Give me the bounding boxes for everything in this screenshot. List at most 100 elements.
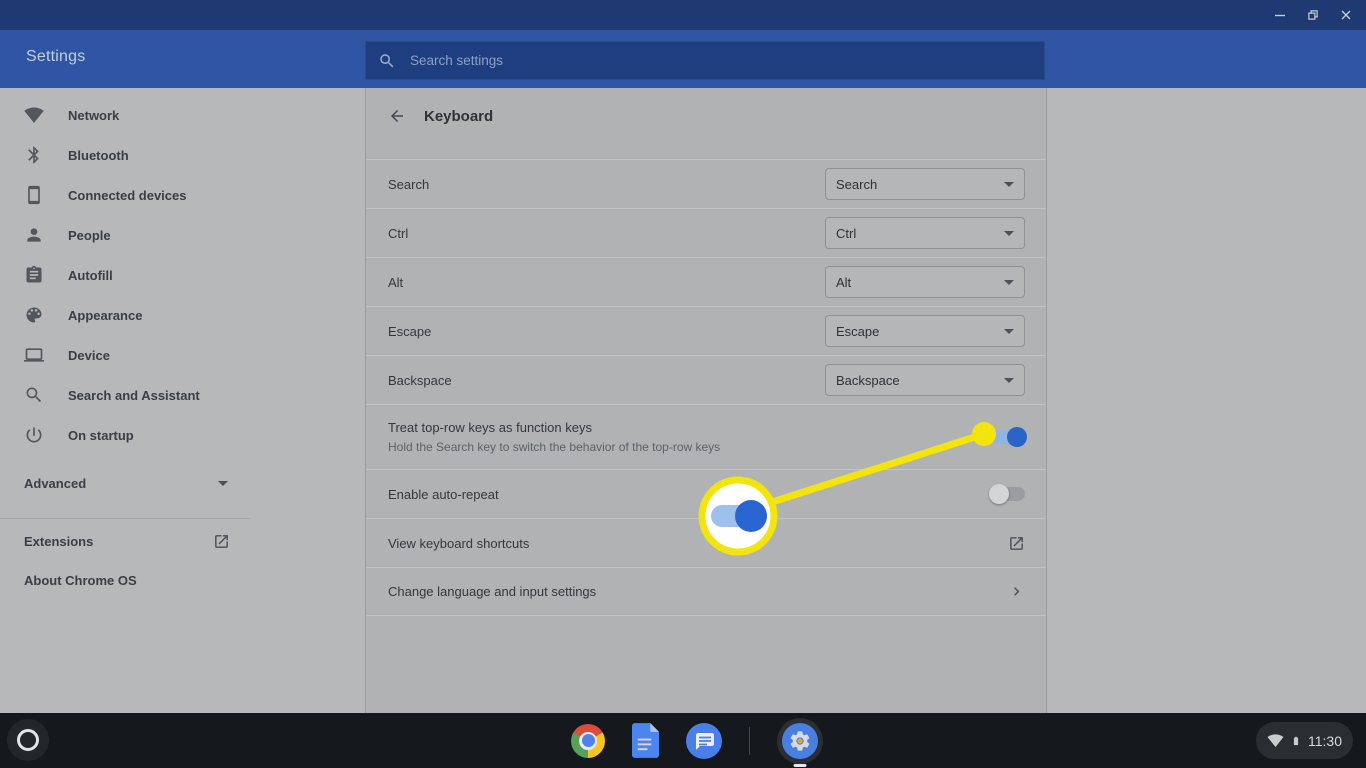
sidebar-item-label: Appearance (68, 308, 142, 323)
sidebar-item-on-startup[interactable]: On startup (0, 415, 250, 455)
chrome-app-icon[interactable] (571, 724, 605, 758)
external-link-icon (1008, 535, 1025, 552)
sidebar-item-label: Autofill (68, 268, 113, 283)
sidebar-item-bluetooth[interactable]: Bluetooth (0, 135, 250, 175)
extensions-label: Extensions (24, 534, 93, 549)
alt-key-row[interactable]: Alt Alt (366, 257, 1046, 306)
clock: 11:30 (1308, 733, 1342, 749)
sidebar-item-label: Search and Assistant (68, 388, 200, 403)
wifi-status-icon (1267, 733, 1284, 748)
sidebar-divider (0, 518, 250, 519)
sidebar-item-label: Device (68, 348, 110, 363)
backspace-key-select[interactable]: Backspace (825, 364, 1025, 396)
sidebar-item-network[interactable]: Network (0, 95, 250, 135)
select-value: Ctrl (836, 226, 856, 241)
page-title: Keyboard (424, 108, 493, 125)
page-header: Keyboard (366, 88, 1046, 144)
row-label: Enable auto-repeat (388, 487, 499, 502)
select-value: Search (836, 177, 877, 192)
advanced-label: Advanced (24, 476, 86, 491)
sidebar-item-search-and-assistant[interactable]: Search and Assistant (0, 375, 250, 415)
shelf-separator (749, 727, 750, 755)
ctrl-key-select[interactable]: Ctrl (825, 217, 1025, 249)
row-label: Treat top-row keys as function keys (388, 420, 720, 435)
active-app-indicator (794, 764, 807, 767)
treat-top-row-keys-toggle[interactable] (991, 430, 1025, 444)
chevron-down-icon (1004, 182, 1014, 187)
docs-app-icon[interactable] (632, 723, 659, 758)
settings-page: Network Bluetooth Connected devices Peop… (0, 88, 1366, 713)
close-button[interactable] (1339, 9, 1352, 22)
sidebar-item-extensions[interactable]: Extensions (0, 521, 250, 561)
status-tray[interactable]: 11:30 (1256, 722, 1353, 759)
restore-button[interactable] (1306, 9, 1319, 22)
settings-search-input[interactable] (408, 52, 1032, 69)
sidebar-item-label: Network (68, 108, 119, 123)
sidebar-item-autofill[interactable]: Autofill (0, 255, 250, 295)
minimize-icon (1274, 9, 1286, 21)
back-button[interactable] (388, 107, 406, 125)
sidebar-item-device[interactable]: Device (0, 335, 250, 375)
arrow-left-icon (388, 107, 406, 125)
row-label: Backspace (388, 373, 452, 388)
restore-icon (1307, 9, 1319, 21)
sidebar-item-about-chrome-os[interactable]: About Chrome OS (0, 560, 250, 600)
chevron-down-icon (1004, 329, 1014, 334)
sidebar-item-appearance[interactable]: Appearance (0, 295, 250, 335)
row-label: View keyboard shortcuts (388, 536, 529, 551)
advanced-expander[interactable]: Advanced (0, 463, 250, 503)
search-icon (24, 385, 44, 405)
select-value: Alt (836, 275, 851, 290)
row-label: Ctrl (388, 226, 408, 241)
sidebar-item-label: Connected devices (68, 188, 187, 203)
palette-icon (24, 305, 44, 325)
chevron-down-icon (218, 481, 228, 486)
chevron-right-icon (1008, 583, 1025, 600)
clipboard-icon (24, 265, 44, 285)
view-keyboard-shortcuts-row[interactable]: View keyboard shortcuts (366, 518, 1046, 567)
shelf: 11:30 (0, 713, 1366, 768)
chevron-down-icon (1004, 280, 1014, 285)
keyboard-settings-card: Keyboard Search Search Ctrl Ctrl Alt (365, 88, 1047, 713)
person-icon (24, 225, 44, 245)
row-label: Search (388, 177, 429, 192)
ctrl-key-row[interactable]: Ctrl Ctrl (366, 208, 1046, 257)
row-text: Treat top-row keys as function keys Hold… (388, 420, 720, 454)
enable-auto-repeat-toggle[interactable] (991, 487, 1025, 501)
settings-app-icon[interactable] (777, 718, 823, 764)
treat-top-row-keys-row[interactable]: Treat top-row keys as function keys Hold… (366, 404, 1046, 469)
app-header: Settings (0, 30, 1366, 88)
alt-key-select[interactable]: Alt (825, 266, 1025, 298)
settings-search-bar[interactable] (365, 41, 1045, 80)
close-icon (1340, 9, 1352, 21)
about-label: About Chrome OS (24, 573, 137, 588)
search-icon (378, 52, 396, 70)
messages-app-icon[interactable] (686, 723, 722, 759)
enable-auto-repeat-row[interactable]: Enable auto-repeat (366, 469, 1046, 518)
escape-key-row[interactable]: Escape Escape (366, 306, 1046, 355)
sidebar-item-label: Bluetooth (68, 148, 129, 163)
toggle-knob (989, 484, 1009, 504)
search-key-row[interactable]: Search Search (366, 159, 1046, 208)
row-label: Escape (388, 324, 431, 339)
app-title: Settings (26, 48, 85, 66)
row-label: Alt (388, 275, 403, 290)
escape-key-select[interactable]: Escape (825, 315, 1025, 347)
sidebar-item-people[interactable]: People (0, 215, 250, 255)
sidebar-item-label: On startup (68, 428, 134, 443)
select-value: Backspace (836, 373, 900, 388)
row-sublabel: Hold the Search key to switch the behavi… (388, 440, 720, 454)
minimize-button[interactable] (1273, 9, 1286, 22)
wifi-icon (24, 105, 44, 125)
backspace-key-row[interactable]: Backspace Backspace (366, 355, 1046, 404)
laptop-icon (24, 345, 44, 365)
chevron-down-icon (1004, 231, 1014, 236)
search-key-select[interactable]: Search (825, 168, 1025, 200)
chevron-down-icon (1004, 378, 1014, 383)
change-language-row[interactable]: Change language and input settings (366, 567, 1046, 616)
sidebar-item-connected-devices[interactable]: Connected devices (0, 175, 250, 215)
smartphone-icon (24, 185, 44, 205)
sidebar: Network Bluetooth Connected devices Peop… (0, 95, 250, 455)
titlebar (0, 0, 1366, 30)
row-label: Change language and input settings (388, 584, 596, 599)
